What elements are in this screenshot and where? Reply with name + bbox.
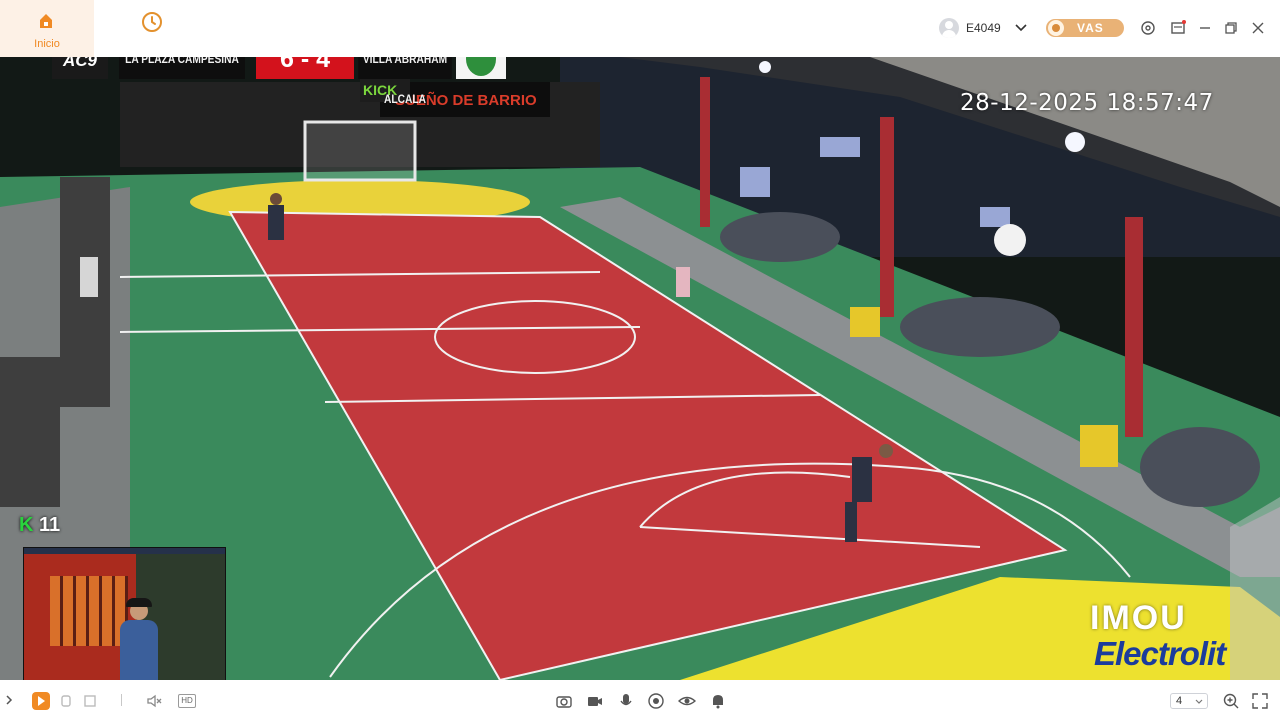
chevron-down-icon [1195,699,1203,704]
away-team-crest [456,57,506,79]
electrolit-logo: Electrolit [1094,635,1226,672]
talk-icon[interactable] [617,692,635,710]
video-timestamp: 28-12-2025 18:57:47 [960,90,1214,116]
picture-in-picture-view[interactable] [23,547,226,680]
collapse-arrow-icon[interactable] [4,694,14,706]
scoreboard-overlay: AC9 LA PLAZA CAMPESINA 6 - 4 VILLA ABRAH… [52,57,506,106]
zoom-in-icon[interactable] [1222,692,1240,710]
title-bar: Inicio E4049 VAS [0,0,1280,57]
message-icon[interactable] [1169,19,1187,37]
home-team-name: LA PLAZA CAMPESINA [119,57,245,79]
record-file-icon[interactable] [81,692,99,710]
fullscreen-icon[interactable] [1251,692,1269,710]
nav-home-label: Inicio [34,38,60,50]
vas-crown-icon [1048,20,1064,36]
restore-icon[interactable] [1222,19,1240,37]
minimize-icon[interactable] [1196,19,1214,37]
pip-person [116,598,162,680]
record-icon[interactable] [586,692,604,710]
close-icon[interactable] [1249,19,1267,37]
play-icon[interactable] [32,692,50,710]
live-video-view[interactable]: SUEÑO DE BARRIO KICK AC9 LA PLAZA CAMPES… [0,57,1280,680]
toolbar-divider [121,694,122,706]
chevron-down-icon[interactable] [1014,20,1028,34]
username[interactable]: E4049 [966,21,1001,35]
volume-mute-icon[interactable] [145,692,163,710]
k-badge-number: 11 [39,514,61,536]
match-score: 6 - 4 [256,57,354,79]
nav-home-button[interactable]: Inicio [0,0,94,57]
imou-logo: IMOU [1090,599,1187,637]
clock-icon[interactable] [140,10,164,34]
split-screen-select[interactable]: 4 [1170,693,1208,709]
ptz-icon[interactable] [647,692,665,710]
k-badge: K 11 [19,514,60,537]
stop-icon[interactable] [57,692,75,710]
playback-toolbar: HD 4 [0,680,1280,720]
split-screen-value: 4 [1176,695,1183,707]
away-team-name: VILLA ABRAHAM ALCALA [358,57,452,106]
league-logo: AC9 [52,57,108,79]
snapshot-icon[interactable] [555,692,573,710]
settings-icon[interactable] [1139,19,1157,37]
home-icon [40,14,52,28]
view-icon[interactable] [678,692,696,710]
vas-label: VAS [1077,21,1104,35]
quality-hd-button[interactable]: HD [178,694,196,708]
avatar[interactable] [939,18,959,38]
vas-badge[interactable]: VAS [1046,19,1124,37]
alarm-icon[interactable] [709,692,727,710]
k-badge-letter: K [19,514,34,536]
